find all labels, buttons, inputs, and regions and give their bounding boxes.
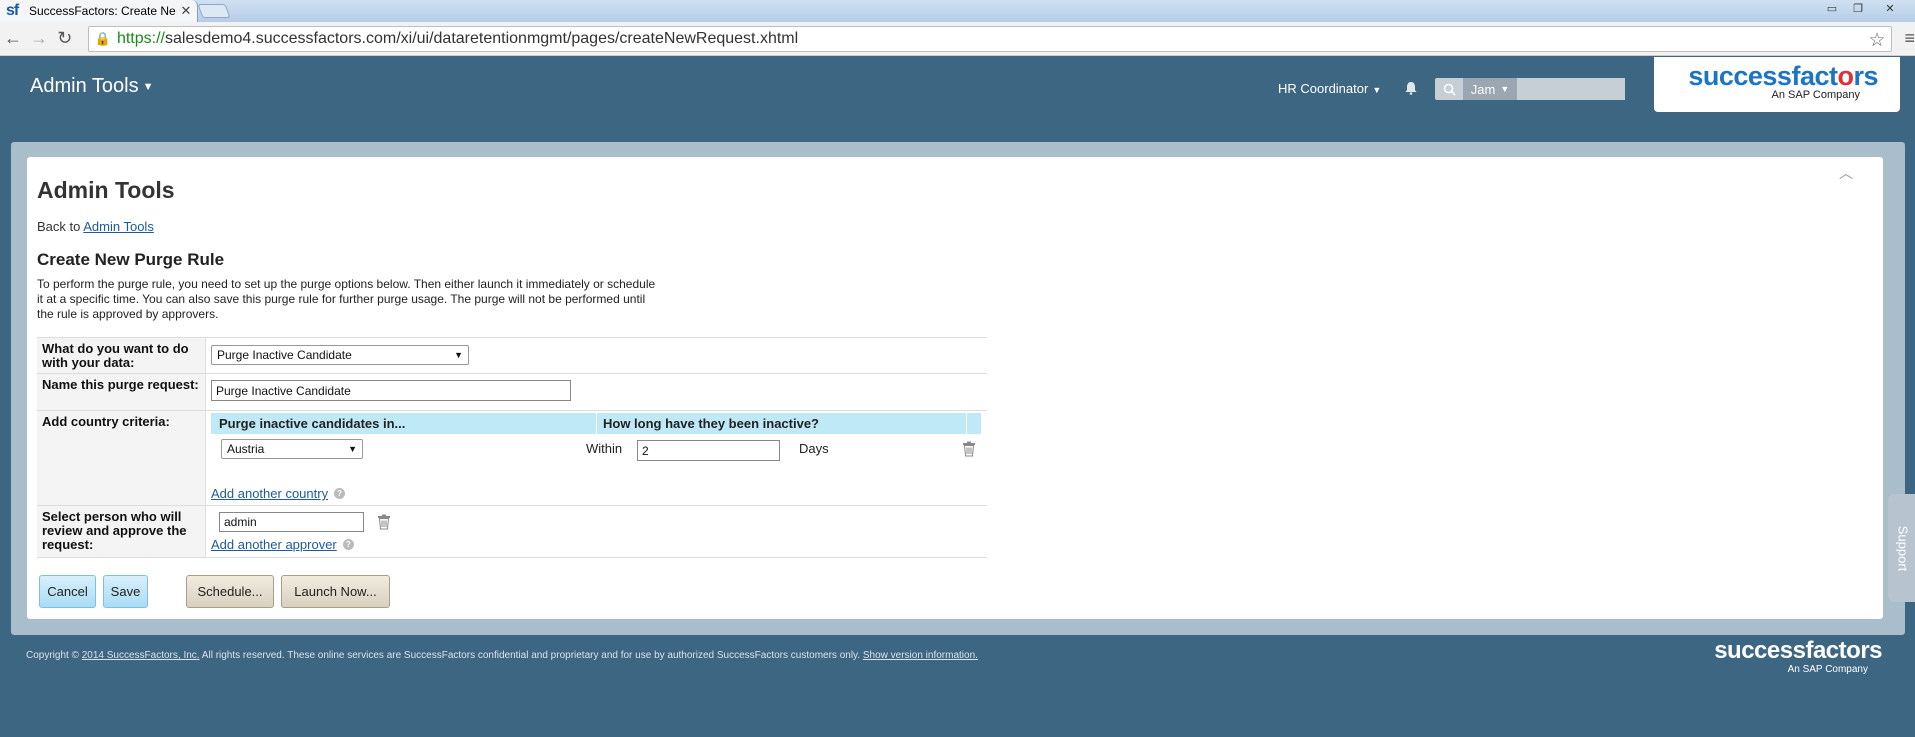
name-cell: Purge Inactive Candidate xyxy=(206,374,987,410)
reload-icon[interactable]: ↻ xyxy=(52,28,78,49)
help-icon[interactable]: ? xyxy=(342,539,354,551)
window-controls: ▭ ❐ ✕ xyxy=(1821,2,1907,16)
jam-dropdown[interactable]: Jam ▼ xyxy=(1463,78,1517,100)
browser-toolbar: ← → ↻ 🔒 https:// salesdemo4.successfacto… xyxy=(0,22,1915,56)
address-bar[interactable]: 🔒 https:// salesdemo4.successfactors.com… xyxy=(87,25,1893,52)
footer: Copyright © 2014 SuccessFactors, Inc. Al… xyxy=(26,650,978,661)
delete-approver-icon[interactable] xyxy=(377,514,391,530)
browser-menu-icon[interactable]: ≡ xyxy=(1904,28,1915,49)
url-text: salesdemo4.successfactors.com/xi/ui/data… xyxy=(164,29,799,47)
approver-cell: admin Add another approver? xyxy=(206,506,987,557)
back-arrow-icon[interactable]: ← xyxy=(0,28,26,49)
action-row: What do you want to do with your data: P… xyxy=(37,338,987,374)
add-approver-line: Add another approver? xyxy=(211,536,982,554)
search-icon[interactable] xyxy=(1435,83,1463,96)
jam-label: Jam xyxy=(1470,81,1496,97)
admin-tools-menu[interactable]: Admin Tools ▼ xyxy=(30,75,153,98)
within-label: Within xyxy=(586,441,623,456)
logo-wordmark: successfactors xyxy=(1688,61,1878,91)
back-to-admin-tools-link[interactable]: Admin Tools xyxy=(83,219,154,234)
save-button[interactable]: Save xyxy=(103,575,148,608)
tab-close-icon[interactable]: ✕ xyxy=(179,3,193,19)
name-label: Name this purge request: xyxy=(37,374,206,410)
dropdown-arrow-icon: ▼ xyxy=(454,350,463,360)
tab-title: SuccessFactors: Create Ne xyxy=(29,4,176,18)
purge-action-value: Purge Inactive Candidate xyxy=(217,348,352,362)
section-title: Create New Purge Rule xyxy=(37,250,225,269)
chevron-up-icon[interactable]: ︿ xyxy=(1839,163,1853,183)
successfactors-logo: successfactors An SAP Company xyxy=(1654,57,1900,112)
forward-arrow-icon[interactable]: → xyxy=(26,28,52,49)
action-label: What do you want to do with your data: xyxy=(37,338,206,373)
app-header: Admin Tools ▼ HR Coordinator ▼ Jam ▼ succes… xyxy=(0,57,1915,152)
criteria-table-header: Purge inactive candidates in... How long… xyxy=(211,413,981,434)
chevron-down-icon: ▼ xyxy=(1500,84,1510,94)
role-menu[interactable]: HR Coordinator ▼ xyxy=(1278,81,1381,96)
country-value: Austria xyxy=(227,442,265,456)
delete-country-icon[interactable] xyxy=(962,441,976,457)
days-label: Days xyxy=(799,441,829,456)
breadcrumb: Back to Admin Tools xyxy=(37,219,154,234)
role-menu-label: HR Coordinator xyxy=(1278,81,1369,96)
window-close-icon[interactable]: ✕ xyxy=(1873,2,1907,16)
intro-text: To perform the purge rule, you need to s… xyxy=(37,277,656,321)
criteria-header-country: Purge inactive candidates in... xyxy=(211,413,597,434)
name-row: Name this purge request: Purge Inactive … xyxy=(37,374,987,411)
browser-tab-bar: sf SuccessFactors: Create Ne ✕ ▭ ❐ ✕ xyxy=(0,0,1915,22)
url-scheme: https:// xyxy=(116,29,165,47)
admin-tools-menu-label: Admin Tools xyxy=(30,75,139,97)
footer-logo-subtitle: An SAP Company xyxy=(1787,664,1868,675)
country-criteria-cell: Purge inactive candidates in... How long… xyxy=(206,411,987,505)
rights-text: All rights reserved. These online servic… xyxy=(199,650,863,661)
country-select[interactable]: Austria ▼ xyxy=(221,439,363,459)
browser-tab[interactable]: sf SuccessFactors: Create Ne ✕ xyxy=(0,0,198,22)
approver-label: Select person who will review and approv… xyxy=(37,506,206,557)
cancel-button[interactable]: Cancel xyxy=(39,575,96,608)
company-link[interactable]: 2014 SuccessFactors, Inc. xyxy=(82,650,200,661)
successfactors-favicon-icon: sf xyxy=(6,2,19,19)
bell-icon[interactable] xyxy=(1404,81,1418,95)
minimize-icon[interactable]: ▭ xyxy=(1821,2,1843,16)
add-country-line: Add another country? xyxy=(211,485,987,503)
action-cell: Purge Inactive Candidate ▼ xyxy=(206,338,987,373)
help-icon[interactable]: ? xyxy=(334,488,346,500)
inactive-days-input[interactable]: 2 xyxy=(637,440,780,461)
dropdown-arrow-icon: ▼ xyxy=(348,444,357,454)
bookmark-star-icon[interactable]: ☆ xyxy=(1868,29,1885,52)
launch-now-button[interactable]: Launch Now... xyxy=(281,575,390,608)
add-another-country-link[interactable]: Add another country xyxy=(211,486,328,501)
add-another-approver-link[interactable]: Add another approver xyxy=(211,537,337,552)
footer-logo: successfactors An SAP Company xyxy=(1700,637,1882,676)
copyright-prefix: Copyright © xyxy=(26,650,82,661)
criteria-header-inactive: How long have they been inactive? xyxy=(597,413,967,434)
support-tab[interactable]: Support xyxy=(1888,494,1915,602)
search-input[interactable] xyxy=(1517,78,1625,100)
approver-input-line: admin xyxy=(211,512,982,534)
purge-name-input[interactable]: Purge Inactive Candidate xyxy=(211,380,571,401)
schedule-button[interactable]: Schedule... xyxy=(186,575,274,608)
version-info-link[interactable]: Show version information. xyxy=(863,650,978,661)
restore-icon[interactable]: ❐ xyxy=(1847,2,1869,16)
new-tab-button[interactable] xyxy=(197,4,231,18)
purge-rule-form: What do you want to do with your data: P… xyxy=(37,337,987,558)
page-title: Admin Tools xyxy=(37,177,175,203)
support-label: Support xyxy=(1895,525,1911,571)
footer-logo-wordmark: successfactors xyxy=(1714,637,1882,664)
form-actions: Cancel Save Schedule... Launch Now... xyxy=(39,575,397,608)
approver-input[interactable]: admin xyxy=(219,512,364,532)
main-panel: ︿ Admin Tools Back to Admin Tools Create… xyxy=(27,157,1883,619)
purge-action-select[interactable]: Purge Inactive Candidate ▼ xyxy=(211,345,469,365)
criteria-row: Austria ▼ Within 2 Days xyxy=(211,434,981,470)
criteria-table: Purge inactive candidates in... How long… xyxy=(211,413,981,470)
approver-row: Select person who will review and approv… xyxy=(37,506,987,558)
country-criteria-label: Add country criteria: xyxy=(37,411,206,505)
back-prefix: Back to xyxy=(37,219,84,234)
chevron-down-icon: ▼ xyxy=(142,80,154,93)
country-criteria-row: Add country criteria: Purge inactive can… xyxy=(37,411,987,506)
chevron-down-icon: ▼ xyxy=(1372,85,1382,95)
search-bar[interactable]: Jam ▼ xyxy=(1435,78,1625,100)
lock-icon: 🔒 xyxy=(94,30,111,46)
